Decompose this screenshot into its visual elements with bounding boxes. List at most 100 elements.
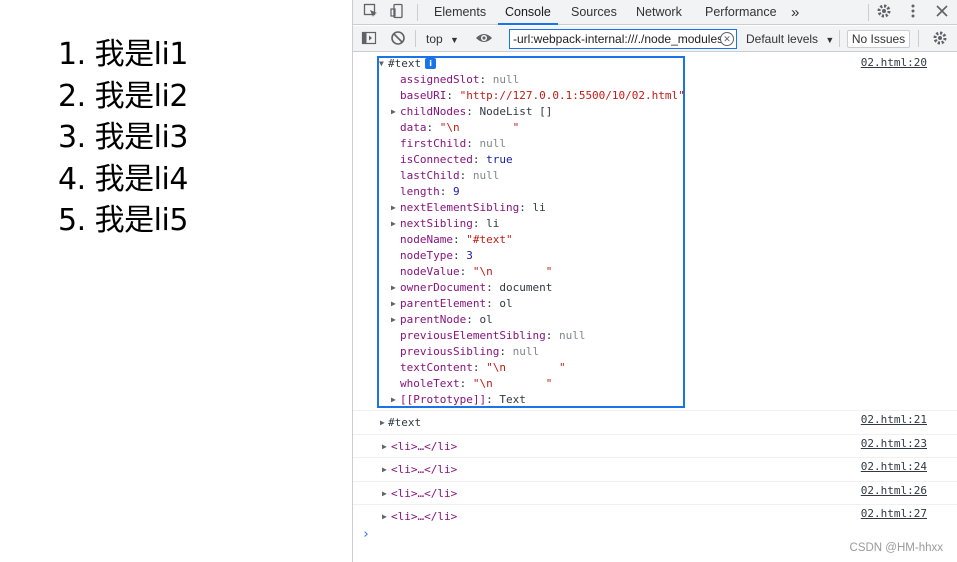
property-value: null — [492, 73, 520, 86]
list-item: 2. 我是li2 — [58, 78, 188, 114]
triangle-right-icon[interactable]: ▶ — [382, 509, 387, 525]
property-row: previousElementSibling: null — [400, 329, 586, 342]
property-key: nodeValue — [400, 265, 460, 278]
source-link[interactable]: 02.html:26 — [861, 484, 927, 497]
property-key: lastChild — [400, 169, 460, 182]
log-levels-label: Default levels — [746, 32, 819, 46]
chevron-down-icon: ▼ — [450, 35, 459, 45]
property-row: firstChild: null — [400, 137, 506, 150]
property-key: isConnected — [400, 153, 473, 166]
log-label: <li>…</li> — [391, 486, 458, 500]
source-link[interactable]: 02.html:21 — [861, 413, 927, 426]
sidebar-toggle-icon[interactable] — [360, 30, 378, 48]
property-key: parentElement — [400, 297, 487, 310]
property-value: true — [486, 153, 513, 166]
property-key: data — [400, 121, 427, 134]
console-output: ▼ #text i 02.html:20 assignedSlot: null ba… — [353, 53, 957, 562]
filter-input[interactable]: -url:webpack-internal:///./node_modules … — [509, 29, 737, 49]
source-link[interactable]: 02.html:27 — [861, 507, 927, 520]
property-value: document — [499, 281, 553, 294]
property-row: nodeName: "#text" — [400, 233, 513, 246]
triangle-right-icon[interactable]: ▶ — [391, 200, 396, 216]
clear-filter-icon[interactable]: ✕ — [720, 32, 734, 46]
tab-performance[interactable]: Performance — [705, 0, 777, 25]
property-row[interactable]: [[Prototype]]: Text — [400, 392, 526, 408]
object-label[interactable]: #text i — [388, 56, 437, 72]
property-value: "\n " — [439, 121, 520, 134]
close-icon[interactable] — [933, 3, 951, 21]
triangle-right-icon[interactable]: ▶ — [391, 280, 396, 296]
device-toolbar-icon[interactable] — [388, 3, 406, 21]
property-row: data: "\n " — [400, 121, 520, 134]
devtools-panel: Elements Console Sources Network Perform… — [352, 0, 957, 562]
watermark: CSDN @HM-hhxx — [849, 542, 943, 554]
chevron-down-icon: ▼ — [825, 35, 835, 45]
source-link[interactable]: 02.html:20 — [861, 56, 927, 69]
property-row[interactable]: nextSibling: li — [400, 216, 499, 232]
property-row: lastChild: null — [400, 169, 500, 182]
triangle-right-icon[interactable]: ▶ — [382, 439, 387, 455]
property-key: assignedSlot — [400, 73, 480, 86]
context-selector[interactable]: top ▼ — [426, 26, 459, 52]
log-row[interactable]: ▶ #text 02.html:21 — [353, 410, 957, 434]
triangle-right-icon[interactable]: ▶ — [391, 216, 396, 232]
property-key: length — [400, 185, 440, 198]
property-value: ol — [479, 313, 493, 326]
property-key: childNodes — [400, 105, 467, 118]
property-key: textContent — [400, 361, 473, 374]
property-row: previousSibling: null — [400, 345, 540, 358]
tab-elements[interactable]: Elements — [434, 0, 486, 25]
property-row[interactable]: nextElementSibling: li — [400, 200, 546, 216]
gear-icon[interactable] — [931, 30, 949, 48]
log-label: #text — [388, 416, 422, 429]
triangle-right-icon[interactable]: ▶ — [380, 415, 385, 431]
property-row[interactable]: parentElement: ol — [400, 296, 513, 312]
gear-icon[interactable] — [875, 3, 893, 21]
property-key: nextSibling — [400, 217, 473, 230]
filter-value: -url:webpack-internal:///./node_modules — [513, 32, 724, 46]
triangle-right-icon[interactable]: ▶ — [391, 392, 396, 408]
property-row[interactable]: childNodes: NodeList [] — [400, 104, 552, 120]
property-row: length: 9 — [400, 185, 460, 198]
log-row[interactable]: ▶ <li>…</li> 02.html:26 — [353, 480, 957, 505]
log-label: <li>…</li> — [391, 510, 458, 523]
triangle-down-icon[interactable]: ▼ — [379, 56, 384, 72]
property-row: textContent: "\n " — [400, 361, 566, 374]
property-value: null — [472, 169, 500, 182]
context-label: top — [426, 32, 443, 46]
info-icon: i — [425, 58, 437, 69]
property-row: nodeType: 3 — [400, 249, 473, 262]
kebab-menu-icon[interactable] — [904, 3, 922, 21]
tab-console[interactable]: Console — [498, 0, 558, 25]
property-row[interactable]: ownerDocument: document — [400, 280, 552, 296]
property-key: parentNode — [400, 313, 467, 326]
log-row[interactable]: ▶ <li>…</li> 02.html:24 — [353, 457, 957, 481]
triangle-right-icon[interactable]: ▶ — [391, 312, 396, 328]
list-item: 5. 我是li5 — [58, 203, 188, 238]
triangle-right-icon[interactable]: ▶ — [382, 462, 387, 478]
property-key: nodeName — [400, 233, 453, 246]
clear-console-icon[interactable] — [389, 30, 407, 48]
inspect-element-icon[interactable] — [362, 3, 380, 21]
tab-sources[interactable]: Sources — [571, 0, 617, 25]
console-prompt-icon[interactable]: › — [362, 527, 370, 543]
log-levels-dropdown[interactable]: Default levels ▼ — [746, 26, 834, 52]
eye-icon[interactable] — [475, 30, 493, 48]
property-key: firstChild — [400, 137, 467, 150]
property-value: li — [486, 217, 500, 230]
issues-button[interactable]: No Issues — [847, 30, 910, 48]
log-row[interactable]: ▶ <li>…</li> 02.html:23 — [353, 433, 957, 458]
tab-network[interactable]: Network — [636, 0, 682, 25]
property-value: li — [532, 201, 546, 214]
source-link[interactable]: 02.html:23 — [861, 437, 927, 450]
console-toolbar: top ▼ -url:webpack-internal:///./node_mo… — [353, 26, 957, 52]
property-row[interactable]: parentNode: ol — [400, 312, 493, 328]
more-tabs-icon[interactable]: » — [791, 0, 799, 25]
source-link[interactable]: 02.html:24 — [861, 460, 927, 473]
property-value: Text — [499, 393, 526, 406]
property-value: "#text" — [466, 233, 513, 246]
triangle-right-icon[interactable]: ▶ — [391, 296, 396, 312]
triangle-right-icon[interactable]: ▶ — [391, 104, 396, 120]
triangle-right-icon[interactable]: ▶ — [382, 486, 387, 502]
log-row[interactable]: ▶ <li>…</li> 02.html:27 — [353, 504, 957, 528]
